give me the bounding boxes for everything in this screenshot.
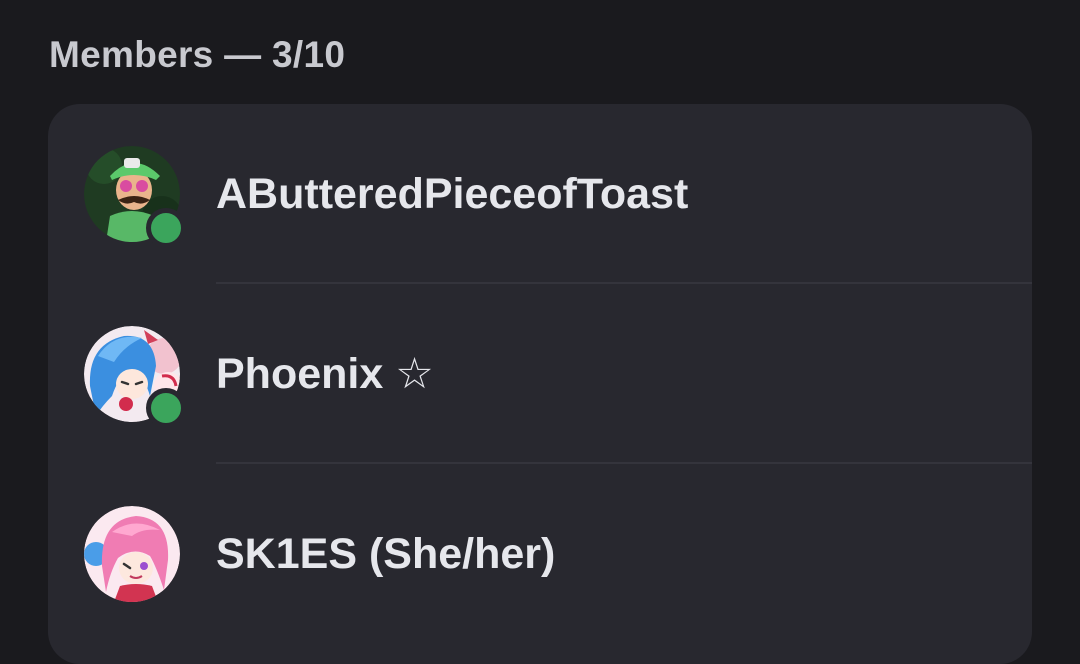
member-name: AButteredPieceofToast	[216, 170, 689, 218]
members-list: AButteredPieceofToast Phoenix ☆ SK1ES (S…	[48, 104, 1032, 664]
member-row[interactable]: AButteredPieceofToast	[48, 104, 1032, 284]
online-status-indicator	[146, 208, 186, 248]
online-status-indicator	[146, 388, 186, 428]
member-row[interactable]: Phoenix ☆	[48, 284, 1032, 464]
green-cap-character-avatar-icon[interactable]	[84, 146, 186, 248]
pink-hair-anime-avatar-icon[interactable]	[84, 506, 180, 602]
members-section-title: Members — 3/10	[49, 34, 346, 75]
member-name: Phoenix ☆	[216, 350, 434, 398]
member-name: SK1ES (She/her)	[216, 530, 556, 578]
member-row[interactable]: SK1ES (She/her)	[48, 464, 1032, 644]
blue-hair-anime-avatar-icon[interactable]	[84, 326, 186, 428]
